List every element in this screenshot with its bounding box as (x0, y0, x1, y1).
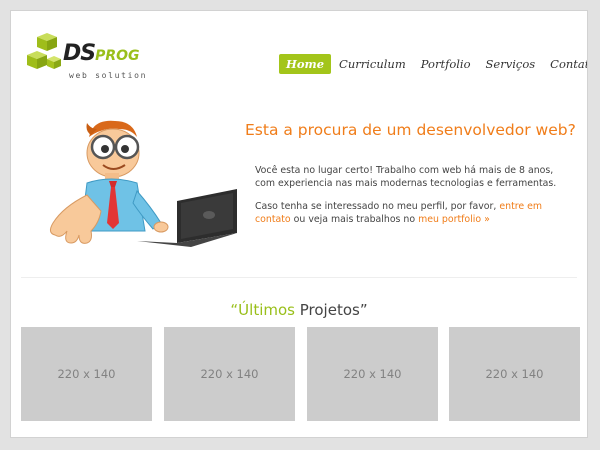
hero-paragraph-contact: Caso tenha se interessado no meu perfil,… (255, 200, 575, 226)
projects-heading: “Últimos Projetos” (11, 301, 587, 319)
projects-heading-highlight: Últimos (238, 301, 295, 319)
hero-paragraph-intro: Você esta no lugar certo! Trabalho com w… (255, 165, 557, 190)
logo-tagline: web solution (69, 71, 148, 80)
thumbnail-label: 220 x 140 (200, 367, 259, 381)
hero-paragraph-contact-middle: ou veja mais trabalhos no (293, 214, 416, 226)
thumbnail-label: 220 x 140 (57, 367, 116, 381)
projects-gallery: 220 x 140 220 x 140 220 x 140 220 x 140 (21, 327, 581, 421)
project-thumbnail[interactable]: 220 x 140 (21, 327, 152, 421)
logo-word-accent: PROG (95, 48, 140, 64)
section-divider (21, 277, 577, 278)
main-nav: Home Curriculum Portfolio Serviços Conta… (279, 54, 587, 74)
site-logo[interactable]: DSPROG web solution (25, 31, 165, 95)
logo-cubes-icon (27, 33, 61, 69)
developer-illustration (49, 120, 237, 247)
project-thumbnail[interactable]: 220 x 140 (449, 327, 580, 421)
nav-item-contato[interactable]: Contato (543, 54, 587, 74)
projects-heading-rest: Projetos (294, 301, 360, 319)
nav-item-curriculum[interactable]: Curriculum (332, 54, 413, 74)
nav-item-servicos[interactable]: Serviços (479, 54, 543, 74)
page: DSPROG web solution Home Curriculum Port… (10, 10, 588, 438)
projects-heading-open-quote: “ (230, 301, 239, 319)
logo-wordmark: DSPROG (63, 41, 140, 69)
project-thumbnail[interactable]: 220 x 140 (164, 327, 295, 421)
projects-heading-close-quote: ” (359, 301, 368, 319)
nav-item-home[interactable]: Home (279, 54, 332, 74)
nav-item-portfolio[interactable]: Portfolio (414, 54, 478, 74)
thumbnail-label: 220 x 140 (485, 367, 544, 381)
hero-paragraph-contact-start: Caso tenha se interessado no meu perfil,… (255, 201, 497, 213)
project-thumbnail[interactable]: 220 x 140 (307, 327, 438, 421)
hero-title: Esta a procura de um desenvolvedor web? (245, 121, 576, 139)
portfolio-link[interactable]: meu portfolio » (418, 214, 490, 225)
thumbnail-label: 220 x 140 (343, 367, 402, 381)
logo-word-main: DS (63, 41, 96, 66)
